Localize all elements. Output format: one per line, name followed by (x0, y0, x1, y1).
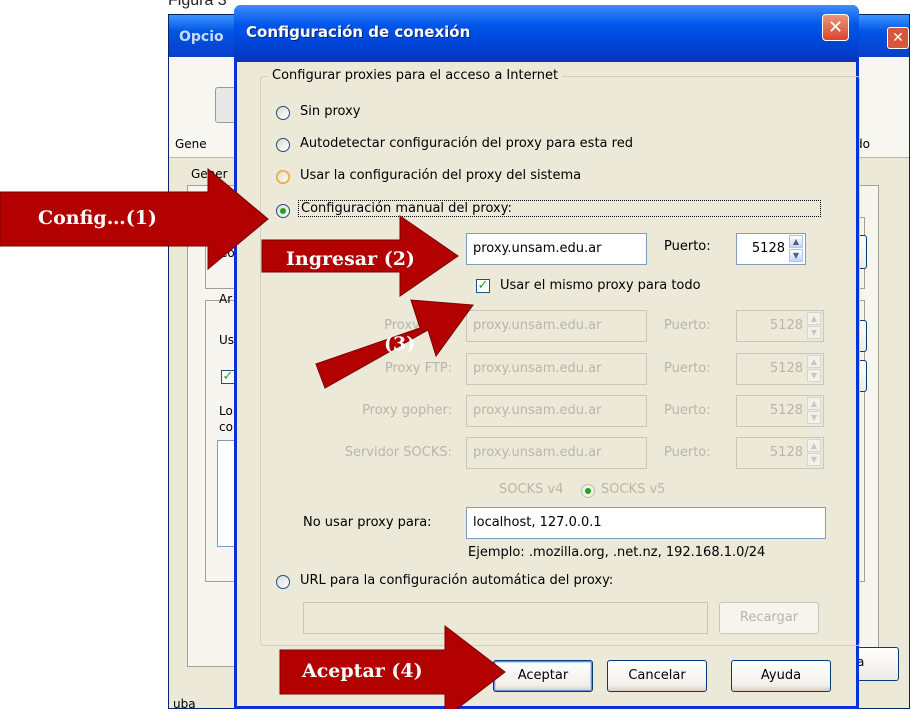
annotation-step-3: (3) (384, 333, 416, 355)
annotation-layer (0, 167, 506, 709)
annotation-step-4: Aceptar (4) (302, 660, 423, 682)
annotation-step-2: Ingresar (2) (286, 248, 415, 270)
annotation-step-1: Config…(1) (38, 207, 157, 229)
